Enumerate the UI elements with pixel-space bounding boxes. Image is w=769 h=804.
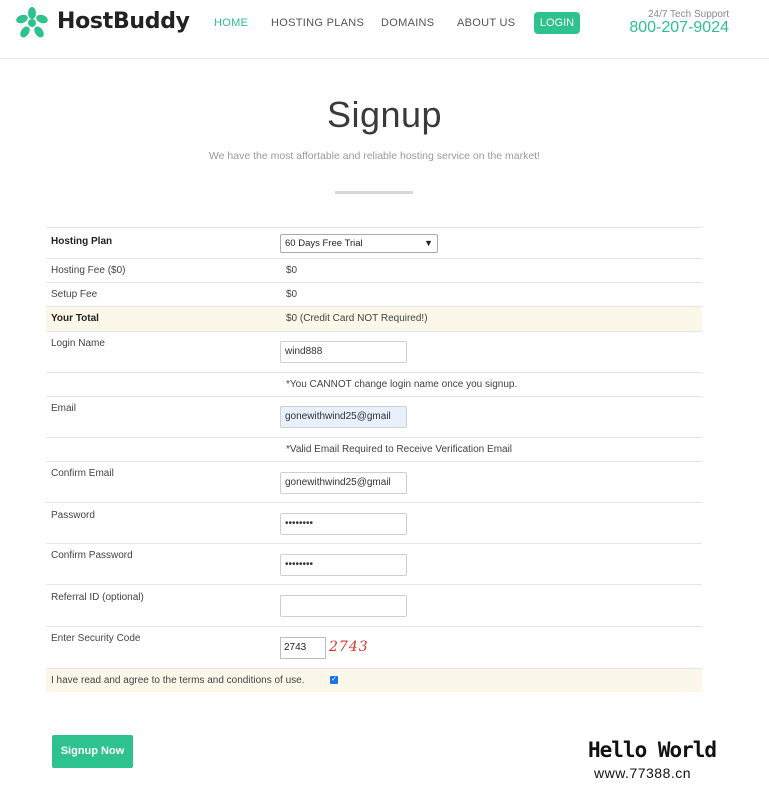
hosting-plan-select[interactable]: 60 Days Free Trial ▼	[280, 234, 438, 253]
row-login-name: Login Name wind888	[46, 331, 702, 372]
row-setup-fee: Setup Fee $0	[46, 282, 702, 306]
setup-fee-label: Setup Fee	[51, 289, 98, 300]
login-name-note: *You CANNOT change login name once you s…	[286, 379, 518, 390]
confirm-password-label: Confirm Password	[51, 550, 133, 561]
logo-icon[interactable]	[14, 6, 50, 40]
security-code-label: Enter Security Code	[51, 633, 141, 644]
password-label: Password	[51, 510, 95, 521]
row-password: Password ••••••••	[46, 502, 702, 543]
row-referral: Referral ID (optional)	[46, 584, 702, 626]
row-total: Your Total $0 (Credit Card NOT Required!…	[46, 306, 702, 331]
captcha-image: 2743	[329, 639, 369, 655]
email-field[interactable]: gonewithwind25@gmail	[280, 406, 407, 428]
row-confirm-email: Confirm Email gonewithwind25@gmail	[46, 461, 702, 502]
email-label: Email	[51, 403, 77, 414]
total-value: $0 (Credit Card NOT Required!)	[286, 313, 428, 324]
email-note: *Valid Email Required to Receive Verific…	[286, 444, 513, 455]
referral-label: Referral ID (optional)	[51, 592, 144, 603]
hosting-plan-selected: 60 Days Free Trial	[285, 238, 363, 249]
signup-now-button[interactable]: Signup Now	[52, 735, 133, 768]
row-hosting-fee: Hosting Fee ($0) $0	[46, 258, 702, 282]
nav-about-us[interactable]: ABOUT US	[457, 17, 515, 29]
confirm-email-field[interactable]: gonewithwind25@gmail	[280, 472, 407, 494]
row-confirm-password: Confirm Password ••••••••	[46, 543, 702, 584]
setup-fee-value: $0	[286, 289, 298, 300]
row-hosting-plan: Hosting Plan 60 Days Free Trial ▼	[46, 227, 702, 258]
total-label: Your Total	[51, 313, 99, 324]
chevron-down-icon: ▼	[424, 238, 433, 248]
hosting-plan-label: Hosting Plan	[51, 236, 113, 247]
brand-name[interactable]: HostBuddy	[57, 9, 190, 34]
page-title: Signup	[326, 94, 443, 135]
hosting-fee-label: Hosting Fee ($0)	[51, 265, 126, 276]
row-terms: I have read and agree to the terms and c…	[46, 668, 702, 692]
confirm-email-label: Confirm Email	[51, 468, 114, 479]
nav-home[interactable]: HOME	[214, 17, 248, 29]
watermark-url: www.77388.cn	[594, 765, 692, 781]
row-security-code: Enter Security Code 2743 2743	[46, 626, 702, 668]
title-divider	[335, 191, 413, 194]
login-name-input[interactable]: wind888	[280, 341, 407, 363]
login-button[interactable]: LOGIN	[534, 12, 580, 34]
login-name-label: Login Name	[51, 338, 105, 349]
hosting-fee-value: $0	[286, 265, 298, 276]
terms-label: I have read and agree to the terms and c…	[51, 675, 305, 686]
page-subtitle: We have the most affortable and reliable…	[208, 150, 541, 162]
site-header: HostBuddy HOME HOSTING PLANS DOMAINS ABO…	[0, 0, 769, 59]
nav-domains[interactable]: DOMAINS	[381, 17, 434, 29]
password-field[interactable]: ••••••••	[280, 513, 407, 535]
row-email-note: *Valid Email Required to Receive Verific…	[46, 437, 702, 461]
row-email: Email gonewithwind25@gmail	[46, 396, 702, 437]
support-phone[interactable]: 800-207-9024	[629, 19, 729, 37]
terms-checkbox[interactable]: ✓	[330, 676, 338, 684]
row-login-name-note: *You CANNOT change login name once you s…	[46, 372, 702, 396]
nav-hosting-plans[interactable]: HOSTING PLANS	[271, 17, 364, 29]
security-code-input[interactable]: 2743	[280, 637, 326, 659]
referral-id-input[interactable]	[280, 595, 407, 617]
confirm-password-field[interactable]: ••••••••	[280, 554, 407, 576]
watermark-title: Hello World	[588, 738, 717, 762]
